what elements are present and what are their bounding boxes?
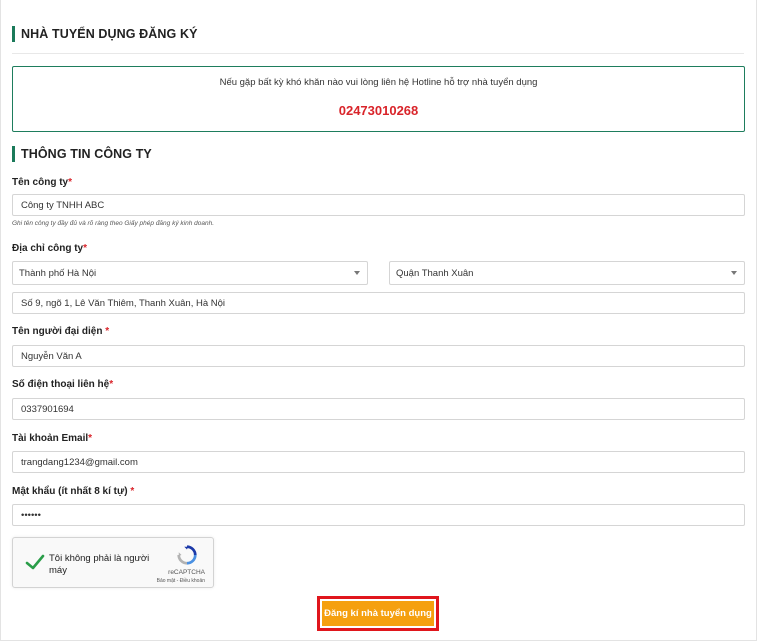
page-heading: NHÀ TUYỂN DỤNG ĐĂNG KÝ xyxy=(12,26,198,42)
heading-divider xyxy=(12,53,744,54)
phone-label: Số điện thoại liên hệ* xyxy=(12,379,114,390)
city-select-value: Thành phố Hà Nội xyxy=(19,267,97,279)
city-select[interactable]: Thành phố Hà Nội xyxy=(12,261,368,285)
company-name-hint: Ghi tên công ty đầy đủ và rõ ràng theo G… xyxy=(12,220,214,227)
hotline-number[interactable]: 02473010268 xyxy=(13,103,744,118)
heading-accent-bar xyxy=(12,26,15,42)
recaptcha-widget: Tôi không phải là người máy reCAPTCHA Bả… xyxy=(12,537,214,588)
company-name-value: Công ty TNHH ABC xyxy=(21,199,105,211)
company-address-label: Địa chỉ công ty* xyxy=(12,243,88,254)
recaptcha-brand: reCAPTCHA xyxy=(168,569,205,576)
hotline-message: Nếu gặp bất kỳ khó khăn nào vui lòng liê… xyxy=(219,77,538,88)
submit-highlight: Đăng kí nhà tuyển dụng xyxy=(317,596,439,631)
password-label: Mật khẩu (ít nhất 8 kí tự) * xyxy=(12,486,135,497)
email-input[interactable]: trangdang1234@gmail.com xyxy=(12,451,745,473)
section-accent-bar xyxy=(12,146,15,162)
phone-input[interactable]: 0337901694 xyxy=(12,398,745,420)
company-name-label: Tên công ty* xyxy=(12,177,73,188)
recaptcha-terms-link[interactable]: Bảo mật - Điều khoản xyxy=(157,578,205,584)
section-heading: THÔNG TIN CÔNG TY xyxy=(12,146,152,162)
checkmark-icon[interactable] xyxy=(25,552,45,572)
representative-value: Nguyễn Văn A xyxy=(21,350,82,362)
recaptcha-logo-icon xyxy=(177,545,197,565)
hotline-box: Nếu gặp bất kỳ khó khăn nào vui lòng liê… xyxy=(12,66,745,132)
chevron-down-icon xyxy=(731,271,737,275)
company-name-input[interactable]: Công ty TNHH ABC xyxy=(12,194,745,216)
street-address-input[interactable]: Số 9, ngõ 1, Lê Văn Thiêm, Thanh Xuân, H… xyxy=(12,292,745,314)
phone-value: 0337901694 xyxy=(21,403,74,415)
email-value: trangdang1234@gmail.com xyxy=(21,456,138,468)
page-title: NHÀ TUYỂN DỤNG ĐĂNG KÝ xyxy=(21,27,198,41)
chevron-down-icon xyxy=(354,271,360,275)
representative-label: Tên người đại diện * xyxy=(12,326,110,337)
district-select[interactable]: Quận Thanh Xuân xyxy=(389,261,745,285)
recaptcha-label: Tôi không phải là người máy xyxy=(49,553,150,576)
section-title: THÔNG TIN CÔNG TY xyxy=(21,147,152,161)
register-employer-button[interactable]: Đăng kí nhà tuyển dụng xyxy=(322,601,434,626)
password-value: •••••• xyxy=(21,509,41,521)
representative-input[interactable]: Nguyễn Văn A xyxy=(12,345,745,367)
district-select-value: Quận Thanh Xuân xyxy=(396,267,474,279)
registration-card: NHÀ TUYỂN DỤNG ĐĂNG KÝ Nếu gặp bất kỳ kh… xyxy=(0,0,757,641)
password-input[interactable]: •••••• xyxy=(12,504,745,526)
email-label: Tài khoản Email* xyxy=(12,433,93,444)
street-address-value: Số 9, ngõ 1, Lê Văn Thiêm, Thanh Xuân, H… xyxy=(21,297,226,309)
